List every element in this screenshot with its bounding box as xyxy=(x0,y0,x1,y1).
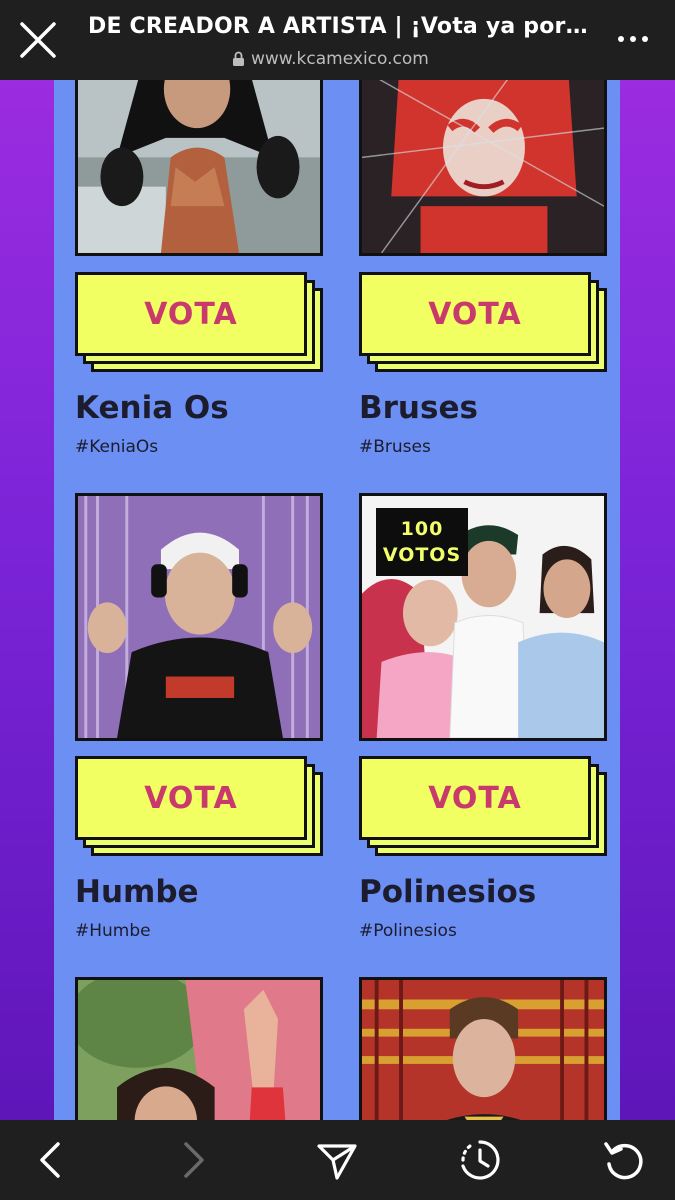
vote-button-stack: VOTA xyxy=(75,756,325,856)
url-text: www.kcamexico.com xyxy=(251,49,429,69)
votes-unit: VOTOS xyxy=(382,544,462,566)
page-title: DE CREADOR A ARTISTA | ¡Vota ya por t... xyxy=(88,14,588,39)
url-display[interactable]: www.kcamexico.com xyxy=(232,48,429,70)
chevron-right-icon xyxy=(184,1142,204,1178)
vote-button-stack: VOTA xyxy=(359,272,609,372)
artist-name: Kenia Os xyxy=(75,390,229,426)
back-button[interactable] xyxy=(28,1138,72,1182)
artist-photo-polinesios[interactable]: 100 VOTOS xyxy=(359,493,607,741)
artist-hashtag: #KeniaOs xyxy=(75,437,159,457)
artist-photo-row3-left[interactable] xyxy=(75,977,323,1120)
artist-hashtag: #Polinesios xyxy=(359,921,457,941)
reload-icon xyxy=(604,1142,643,1180)
artist-photo-bruses[interactable] xyxy=(359,80,607,256)
share-button[interactable] xyxy=(315,1138,359,1182)
vote-button-stack: VOTA xyxy=(75,272,325,372)
artist-name: Humbe xyxy=(75,874,199,910)
more-dots-icon xyxy=(618,36,648,42)
votes-count: 100 xyxy=(400,518,444,540)
votes-badge: 100 VOTOS xyxy=(376,508,468,576)
browser-top-bar: DE CREADOR A ARTISTA | ¡Vota ya por t...… xyxy=(0,0,675,80)
history-icon xyxy=(461,1140,500,1180)
lock-icon xyxy=(233,51,244,66)
chevron-left-icon xyxy=(40,1142,60,1178)
vote-button-polinesios[interactable]: VOTA xyxy=(359,756,591,840)
browser-bottom-toolbar xyxy=(0,1120,675,1200)
artist-photo-kenia-os[interactable] xyxy=(75,80,323,256)
artist-grid-panel: VOTA Kenia Os #KeniaOs VOTA Bruses #Brus… xyxy=(54,80,620,1120)
artist-photo-row3-right[interactable] xyxy=(359,977,607,1120)
vote-button-humbe[interactable]: VOTA xyxy=(75,756,307,840)
artist-name: Bruses xyxy=(359,390,478,426)
artist-hashtag: #Humbe xyxy=(75,921,151,941)
artist-hashtag: #Bruses xyxy=(359,437,431,457)
send-icon xyxy=(317,1144,357,1180)
vote-button-bruses[interactable]: VOTA xyxy=(359,272,591,356)
close-icon xyxy=(20,22,56,58)
forward-button[interactable] xyxy=(172,1138,216,1182)
more-options-button[interactable] xyxy=(615,30,651,48)
artist-name: Polinesios xyxy=(359,874,537,910)
vote-button-kenia-os[interactable]: VOTA xyxy=(75,272,307,356)
vote-button-stack: VOTA xyxy=(359,756,609,856)
reload-button[interactable] xyxy=(602,1138,646,1182)
artist-photo-humbe[interactable] xyxy=(75,493,323,741)
history-button[interactable] xyxy=(458,1138,502,1182)
close-button[interactable] xyxy=(18,20,58,60)
